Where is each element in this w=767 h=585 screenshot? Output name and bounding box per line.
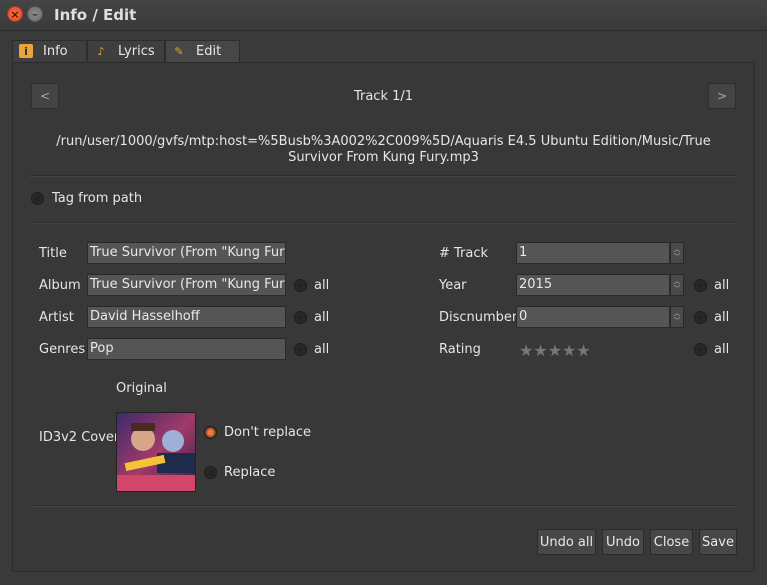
save-button[interactable]: Save (699, 529, 737, 555)
album-cover-image (116, 412, 196, 492)
window-close-icon[interactable]: × (7, 6, 23, 22)
dont-replace-radio[interactable] (204, 426, 217, 439)
window-minimize-icon[interactable]: – (27, 6, 43, 22)
divider (30, 175, 737, 177)
music-note-icon: ♪ (97, 44, 105, 58)
tag-from-path-label: Tag from path (52, 191, 143, 206)
close-button[interactable]: Close (650, 529, 693, 555)
year-spinner[interactable]: ︿ ﹀ (670, 274, 684, 296)
rating-stars[interactable]: ★★★★★ (519, 341, 591, 360)
discnumber-spinner[interactable]: ︿ ﹀ (670, 306, 684, 328)
id3v2-cover-label: ID3v2 Cover (39, 430, 120, 445)
genres-label: Genres (39, 342, 86, 357)
next-track-button[interactable]: > (708, 83, 736, 109)
tab-edit[interactable]: ✎ Edit (165, 40, 240, 62)
rating-all-radio[interactable] (694, 343, 707, 356)
title-bar: × – Info / Edit (0, 0, 767, 31)
track-spinner[interactable]: ︿ ﹀ (670, 242, 684, 264)
discnumber-label: Discnumber (439, 310, 518, 325)
undo-all-button[interactable]: Undo all (537, 529, 596, 555)
dont-replace-label: Don't replace (224, 425, 312, 440)
tab-lyrics-label: Lyrics (118, 43, 155, 59)
track-input[interactable]: 1 (516, 242, 670, 264)
pencil-icon: ✎ (174, 45, 184, 58)
undo-button[interactable]: Undo (602, 529, 644, 555)
title-input[interactable]: True Survivor (From "Kung Fury") (87, 242, 286, 264)
rating-all-label: all (714, 342, 730, 357)
discnumber-all-radio[interactable] (694, 311, 707, 324)
file-path: /run/user/1000/gvfs/mtp:host=%5Busb%3A00… (56, 134, 711, 165)
replace-radio[interactable] (204, 466, 217, 479)
discnumber-input[interactable]: 0 (516, 306, 670, 328)
artist-all-label: all (314, 310, 330, 325)
tab-info-label: Info (43, 43, 68, 59)
album-all-label: all (314, 278, 330, 293)
window-title: Info / Edit (54, 6, 137, 24)
album-input[interactable]: True Survivor (From "Kung Fury") (87, 274, 286, 296)
track-counter: Track 1/1 (353, 89, 414, 104)
year-input[interactable]: 2015 (516, 274, 670, 296)
tab-edit-label: Edit (196, 44, 222, 59)
divider (30, 222, 737, 224)
info-icon: i (19, 44, 33, 58)
genres-all-radio[interactable] (294, 343, 307, 356)
rating-label: Rating (439, 342, 481, 357)
tag-from-path-radio[interactable] (31, 192, 44, 205)
original-cover-label: Original (116, 381, 167, 396)
replace-label: Replace (224, 465, 276, 480)
tab-info[interactable]: i Info (12, 40, 87, 61)
track-label: # Track (439, 246, 489, 261)
album-label: Album (39, 278, 81, 293)
title-label: Title (39, 246, 67, 261)
divider (30, 505, 737, 507)
album-cover-art (117, 413, 195, 491)
year-label: Year (439, 278, 467, 293)
tab-lyrics[interactable]: ♪ Lyrics (87, 40, 165, 61)
artist-all-radio[interactable] (294, 311, 307, 324)
year-all-label: all (714, 278, 730, 293)
year-all-radio[interactable] (694, 279, 707, 292)
album-all-radio[interactable] (294, 279, 307, 292)
genres-all-label: all (314, 342, 330, 357)
artist-label: Artist (39, 310, 74, 325)
discnumber-all-label: all (714, 310, 730, 325)
genres-input[interactable]: Pop (87, 338, 286, 360)
artist-input[interactable]: David Hasselhoff (87, 306, 286, 328)
